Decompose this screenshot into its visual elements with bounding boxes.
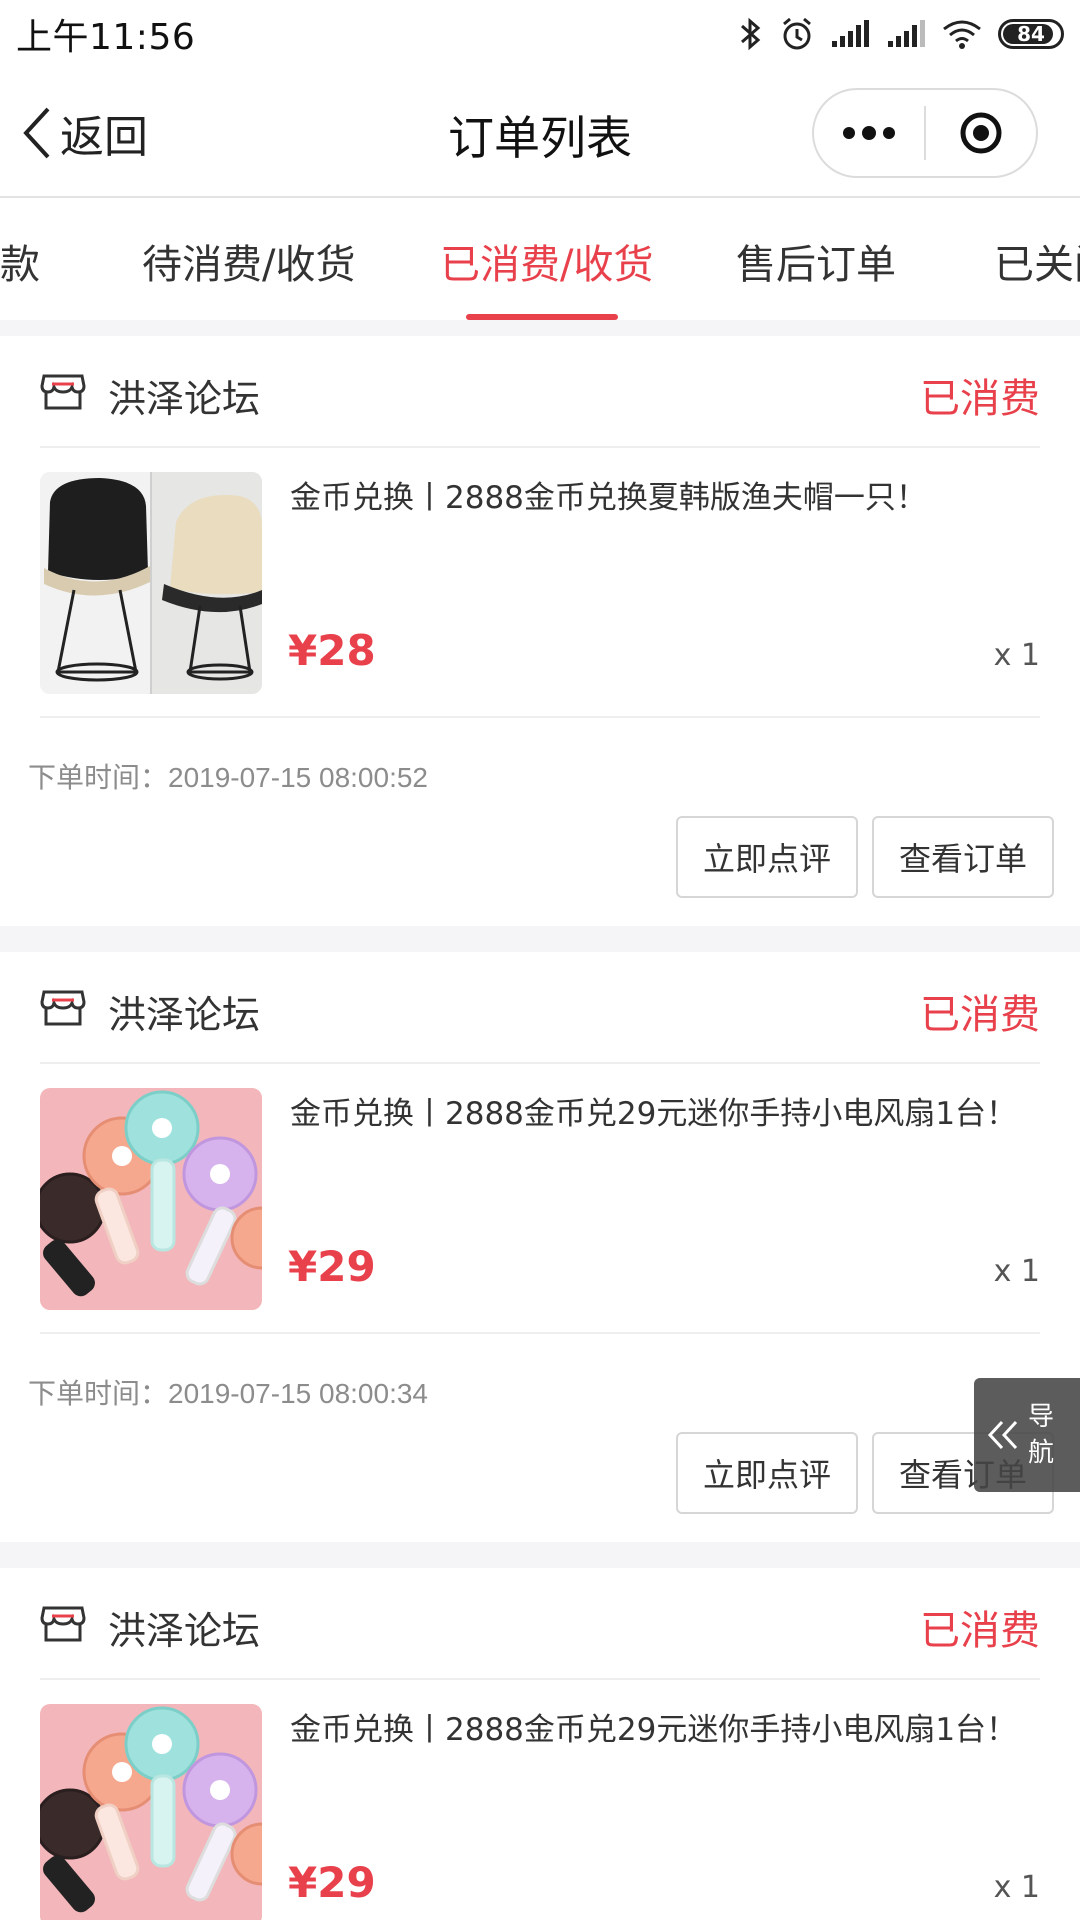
product-image-handheld-fan[interactable]	[40, 1088, 262, 1310]
shop-name[interactable]: 洪泽论坛	[108, 984, 260, 1039]
tab-to-consume[interactable]: 待消费/收货	[142, 232, 355, 290]
miniprogram-capsule	[812, 88, 1038, 178]
product-quantity: x 1	[993, 1870, 1040, 1905]
order-card: 洪泽论坛 已消费 金币兑换丨2888金币兑29元迷你手持小电风扇1台！ ¥29 …	[0, 1568, 1080, 1920]
product-price: ¥28	[288, 626, 376, 675]
order-card: 洪泽论坛 已消费 金币兑换丨2888金币兑29元迷你手持小电风扇1台！ ¥29 …	[0, 952, 1080, 1542]
battery-level: 84	[1017, 22, 1045, 46]
wifi-icon	[943, 20, 981, 49]
status-icons: 84	[738, 16, 1064, 52]
double-chevron-left-icon	[987, 1420, 1018, 1450]
order-card-header: 洪泽论坛 已消费	[40, 952, 1040, 1064]
more-dots-icon	[843, 126, 895, 140]
shop-icon	[40, 990, 86, 1026]
status-time: 上午11:56	[16, 17, 196, 58]
signal-icon	[888, 20, 925, 47]
product-image-bucket-hat[interactable]	[40, 472, 262, 694]
status-bar: 上午11:56 84	[0, 0, 1080, 68]
product-quantity: x 1	[993, 1254, 1040, 1289]
status-badge: 已消费	[920, 1608, 1040, 1654]
divider	[40, 716, 1040, 718]
order-card-header: 洪泽论坛 已消费	[40, 1568, 1040, 1680]
divider	[40, 1332, 1040, 1334]
product-quantity: x 1	[993, 638, 1040, 673]
shop-name[interactable]: 洪泽论坛	[108, 368, 260, 423]
bluetooth-icon	[741, 17, 761, 51]
product-price: ¥29	[288, 1858, 376, 1907]
review-now-button[interactable]: 立即点评	[676, 816, 858, 898]
tab-closed[interactable]: 已关闭	[994, 232, 1080, 290]
status-badge: 已消费	[920, 992, 1040, 1038]
floating-nav-button[interactable]: 导航	[974, 1378, 1080, 1492]
alarm-icon	[783, 17, 811, 50]
status-badge: 已消费	[920, 376, 1040, 422]
shop-icon	[40, 1606, 86, 1642]
more-button[interactable]	[814, 90, 924, 176]
product-image-handheld-fan[interactable]	[40, 1704, 262, 1920]
product-price: ¥29	[288, 1242, 376, 1291]
product-title[interactable]: 金币兑换丨2888金币兑换夏韩版渔夫帽一只！	[290, 476, 1040, 520]
shop-name[interactable]: 洪泽论坛	[108, 1600, 260, 1655]
product-title[interactable]: 金币兑换丨2888金币兑29元迷你手持小电风扇1台！	[290, 1708, 1040, 1752]
target-icon	[960, 112, 1002, 154]
signal-icon	[832, 20, 869, 47]
order-card-header: 洪泽论坛 已消费	[40, 336, 1040, 448]
product-title[interactable]: 金币兑换丨2888金币兑29元迷你手持小电风扇1台！	[290, 1092, 1040, 1136]
order-time: 下单时间：2019-07-15 08:00:34	[28, 1378, 428, 1409]
view-order-button[interactable]: 查看订单	[872, 816, 1054, 898]
tab-after-sales[interactable]: 售后订单	[736, 232, 896, 290]
order-card: 洪泽论坛 已消费 金币兑换丨2888金币兑换夏韩版渔夫帽一只！ ¥28 x 1 …	[0, 336, 1080, 926]
review-now-button[interactable]: 立即点评	[676, 1432, 858, 1514]
order-tabs: 款 待消费/收货 已消费/收货 售后订单 已关闭	[0, 198, 1080, 320]
shop-icon	[40, 374, 86, 410]
close-miniprogram-button[interactable]	[926, 90, 1036, 176]
tab-pending-payment[interactable]: 款	[0, 232, 40, 290]
order-time: 下单时间：2019-07-15 08:00:52	[28, 762, 428, 793]
active-tab-indicator	[466, 314, 618, 320]
floating-nav-label: 导航	[1028, 1402, 1055, 1468]
battery-icon: 84	[998, 19, 1064, 49]
nav-bar: 返回 订单列表	[0, 68, 1080, 198]
tab-consumed[interactable]: 已消费/收货	[440, 232, 653, 290]
